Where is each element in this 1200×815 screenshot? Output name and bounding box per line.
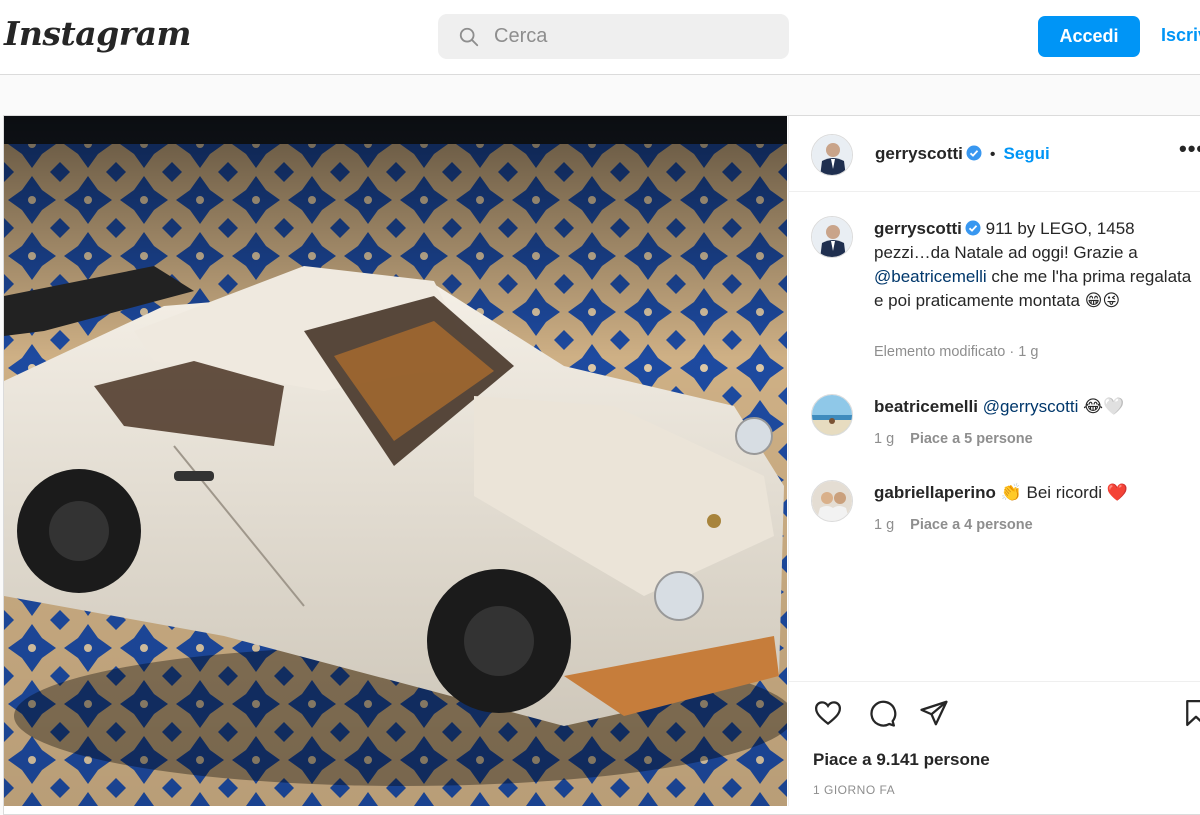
comment-username[interactable]: gabriellaperino bbox=[874, 483, 996, 502]
comment-time: 1 g bbox=[874, 431, 895, 447]
post-sidebar: gerryscotti • Segui ••• gerryscotti 911 by… bbox=[788, 116, 1200, 806]
verified-badge-icon bbox=[966, 145, 982, 161]
more-options-icon[interactable]: ••• bbox=[1179, 136, 1200, 162]
top-navigation-bar: Instagram Accedi Iscriviti bbox=[0, 0, 1200, 75]
comment-username[interactable]: beatricemelli bbox=[874, 397, 978, 416]
post-photo[interactable] bbox=[4, 116, 787, 806]
save-bookmark-icon[interactable] bbox=[1181, 698, 1200, 728]
post-date[interactable]: 1 GIORNO FA bbox=[813, 783, 895, 797]
likes-count[interactable]: Piace a 9.141 persone bbox=[813, 750, 990, 770]
post-card: gerryscotti • Segui ••• gerryscotti 911 by… bbox=[3, 115, 1200, 815]
comment-meta: 1 g Piace a 5 persone bbox=[874, 431, 1033, 447]
comment-time: 1 g bbox=[874, 517, 895, 533]
comment-likes-link[interactable]: Piace a 5 persone bbox=[910, 431, 1033, 447]
commenter-avatar[interactable] bbox=[811, 394, 853, 436]
comment-bubble-icon[interactable] bbox=[867, 698, 897, 728]
post-caption: gerryscotti 911 by LEGO, 1458 pezzi…da N… bbox=[874, 217, 1194, 313]
comment-item: beatricemelli @gerryscotti 😂🤍 bbox=[874, 395, 1194, 419]
author-username[interactable]: gerryscotti bbox=[875, 144, 963, 163]
post-header: gerryscotti • Segui ••• bbox=[789, 116, 1200, 192]
caption-username[interactable]: gerryscotti bbox=[874, 219, 962, 238]
search-input[interactable] bbox=[494, 25, 774, 48]
comment-text: 👏 Bei ricordi ❤️ bbox=[1000, 483, 1128, 502]
author-avatar[interactable] bbox=[811, 134, 853, 176]
comment-likes-link[interactable]: Piace a 4 persone bbox=[910, 517, 1033, 533]
like-heart-icon[interactable] bbox=[813, 698, 843, 728]
comment-mention-link[interactable]: @gerryscotti bbox=[983, 397, 1079, 416]
caption-emoji: 😁😜 bbox=[1084, 291, 1121, 310]
caption-meta: Elemento modificato · 1 g bbox=[874, 344, 1039, 360]
verified-badge-icon bbox=[965, 220, 981, 236]
signup-link[interactable]: Iscriviti bbox=[1161, 25, 1200, 46]
instagram-logo[interactable]: Instagram bbox=[4, 14, 191, 53]
share-send-icon[interactable] bbox=[919, 698, 949, 728]
caption-author-avatar[interactable] bbox=[811, 216, 853, 258]
comment-text: 😂🤍 bbox=[1083, 397, 1125, 416]
separator-dot: • bbox=[989, 146, 996, 163]
search-box[interactable] bbox=[438, 14, 789, 59]
search-icon bbox=[459, 27, 479, 46]
login-button[interactable]: Accedi bbox=[1038, 16, 1140, 57]
comment-meta: 1 g Piace a 4 persone bbox=[874, 517, 1033, 533]
comment-item: gabriellaperino 👏 Bei ricordi ❤️ bbox=[874, 481, 1194, 505]
caption-mention-link[interactable]: @beatricemelli bbox=[874, 267, 987, 286]
commenter-avatar[interactable] bbox=[811, 480, 853, 522]
follow-button[interactable]: Segui bbox=[1003, 144, 1049, 163]
